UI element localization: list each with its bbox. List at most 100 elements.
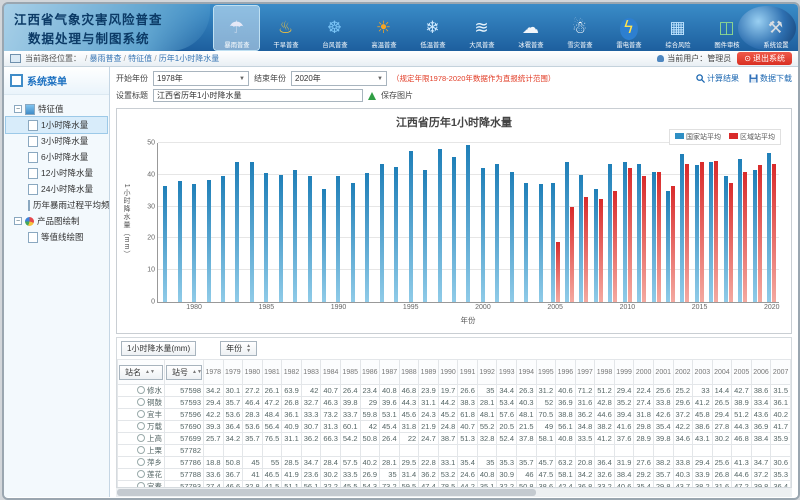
tree-item-6小时降水量[interactable]: 6小时降水量 xyxy=(6,149,107,165)
value-cell: 30.7 xyxy=(301,421,321,433)
end-year-select[interactable]: 2020年 ▼ xyxy=(291,71,387,86)
data-download-button[interactable]: 数据下载 xyxy=(749,73,792,84)
logout-button[interactable]: ⊙ 退出系统 xyxy=(737,52,792,65)
national-bar xyxy=(423,170,427,302)
tree-item-12小时降水量[interactable]: 12小时降水量 xyxy=(6,165,107,181)
toolbar-item-settings[interactable]: ⚒系统设置 xyxy=(753,6,798,50)
radio-icon[interactable] xyxy=(137,398,145,406)
value-cell: 34.6 xyxy=(673,433,693,445)
table-row: 修水5759834.230.127.226.163.94240.726.423.… xyxy=(118,385,791,397)
search-icon xyxy=(696,74,705,83)
value-cell: 34.8 xyxy=(575,421,595,433)
bar-group-2010 xyxy=(620,143,634,302)
value-cell: 70.5 xyxy=(536,409,556,421)
value-cell: 36.4 xyxy=(595,457,615,469)
toolbar-item-typhoon[interactable]: ☸台风普查 xyxy=(312,6,357,50)
tree-toggle-icon[interactable]: − xyxy=(14,105,22,113)
toolbar-item-cold[interactable]: ❄低温普查 xyxy=(410,6,455,50)
chart-title-input[interactable] xyxy=(153,89,363,102)
station-id-cell: 57782 xyxy=(165,445,204,457)
app-title-line2: 数据处理与制图系统 xyxy=(14,28,210,47)
radio-icon[interactable] xyxy=(137,458,145,466)
tree-item-历年暴雨过程平均频次[interactable]: 历年暴雨过程平均频次 xyxy=(6,197,107,213)
value-cell: 31.8 xyxy=(399,421,419,433)
value-cell xyxy=(340,445,360,457)
tree-group-产品图绘制[interactable]: −产品图绘制 xyxy=(6,213,107,229)
toolbar-item-hail[interactable]: ☁冰雹普查 xyxy=(508,6,553,50)
breadcrumb-item[interactable]: 历年1小时降水量 xyxy=(159,54,219,63)
radio-icon[interactable] xyxy=(137,386,145,394)
toolbar-item-lightning[interactable]: ϟ雷电普查 xyxy=(606,6,651,50)
value-cell: 34.2 xyxy=(204,385,224,397)
document-icon xyxy=(28,152,38,163)
value-cell: 47.5 xyxy=(536,469,556,481)
value-cell: 40.9 xyxy=(282,421,302,433)
bar-group-2011 xyxy=(634,143,648,302)
tree-item-等值线绘图[interactable]: 等值线绘图 xyxy=(6,229,107,245)
value-cell: 33.1 xyxy=(438,457,458,469)
toolbar: ☂暴雨普查♨干旱普查☸台风普查☀高温普查❄低温普查≋大风普查☁冰雹普查☃雪灾普查… xyxy=(214,6,798,50)
breadcrumb-item[interactable]: 暴雨普查 xyxy=(89,54,121,63)
bar-group-2016 xyxy=(707,143,721,302)
breadcrumb-item[interactable]: 特征值 xyxy=(128,54,152,63)
value-cell xyxy=(653,445,673,457)
value-cell xyxy=(360,445,380,457)
value-cell xyxy=(223,445,243,457)
value-cell: 71.2 xyxy=(575,385,595,397)
value-cell xyxy=(634,445,654,457)
radio-icon[interactable] xyxy=(137,422,145,430)
value-cell: 24.7 xyxy=(419,433,439,445)
value-cell: 28.9 xyxy=(634,433,654,445)
toolbar-item-snow[interactable]: ☃雪灾普查 xyxy=(557,6,602,50)
y-tick-label: 40 xyxy=(147,171,155,178)
value-cell: 27.8 xyxy=(712,421,732,433)
save-image-button[interactable]: 保存图片 xyxy=(381,90,413,101)
station-name-filter[interactable]: 站名▲▼ xyxy=(119,365,163,380)
horizontal-scrollbar[interactable] xyxy=(116,487,792,497)
table-row: 万载5769039.336.453.656.440.930.731.360.14… xyxy=(118,421,791,433)
tree-item-3小时降水量[interactable]: 3小时降水量 xyxy=(6,133,107,149)
bar-group-1988 xyxy=(302,143,316,302)
risk-icon: ▦ xyxy=(669,18,685,40)
radio-icon[interactable] xyxy=(137,470,145,478)
col-header-year: 1998 xyxy=(595,360,615,385)
value-cell: 33.8 xyxy=(673,457,693,469)
start-year-select[interactable]: 1978年 ▼ xyxy=(153,71,249,86)
value-cell: 22.4 xyxy=(634,385,654,397)
sort-arrows-icon: ▲▼ xyxy=(246,344,251,354)
value-cell: 21.5 xyxy=(517,421,537,433)
tree-group-特征值[interactable]: −特征值 xyxy=(6,101,107,117)
metric-select[interactable]: 1小时降水量(mm) xyxy=(121,341,196,356)
toolbar-item-label: 冰雹普查 xyxy=(518,40,543,49)
value-cell xyxy=(732,445,752,457)
station-id-filter[interactable]: 站号▲▼ xyxy=(166,365,202,380)
calc-result-button[interactable]: 计算结果 xyxy=(696,73,739,84)
toolbar-item-wind[interactable]: ≋大风普查 xyxy=(459,6,504,50)
value-cell xyxy=(575,445,595,457)
bar-group-1981 xyxy=(201,143,215,302)
value-cell: 33.9 xyxy=(693,469,713,481)
tree-item-24小时降水量[interactable]: 24小时降水量 xyxy=(6,181,107,197)
topbar: 当前路径位置： / 暴雨普查 / 特征值 / 历年1小时降水量 当前用户：管理员… xyxy=(4,51,798,67)
menu-icon xyxy=(10,74,23,87)
radio-icon[interactable] xyxy=(137,446,145,454)
toolbar-item-map[interactable]: ◫图件审核 xyxy=(704,6,749,50)
tree-item-1小时降水量[interactable]: 1小时降水量 xyxy=(6,117,107,133)
value-cell: 26.5 xyxy=(712,397,732,409)
bar-group-2018 xyxy=(736,143,750,302)
bar-group-1991 xyxy=(346,143,360,302)
toolbar-item-heat[interactable]: ☀高温普查 xyxy=(361,6,406,50)
value-cell: 38.8 xyxy=(556,409,576,421)
tree-toggle-icon[interactable]: − xyxy=(14,217,22,225)
scrollbar-thumb[interactable] xyxy=(117,489,536,496)
radio-icon[interactable] xyxy=(137,434,145,442)
value-cell: 43.1 xyxy=(693,433,713,445)
toolbar-item-drought[interactable]: ♨干旱普查 xyxy=(263,6,308,50)
breadcrumb-icon xyxy=(10,54,21,63)
toolbar-item-risk[interactable]: ▦综合风险 xyxy=(655,6,700,50)
year-sort-select[interactable]: 年份 ▲▼ xyxy=(220,341,257,356)
station-name: 修水 xyxy=(147,386,162,395)
value-cell: 33.4 xyxy=(751,397,771,409)
radio-icon[interactable] xyxy=(137,410,145,418)
toolbar-item-rainstorm[interactable]: ☂暴雨普查 xyxy=(214,6,259,50)
